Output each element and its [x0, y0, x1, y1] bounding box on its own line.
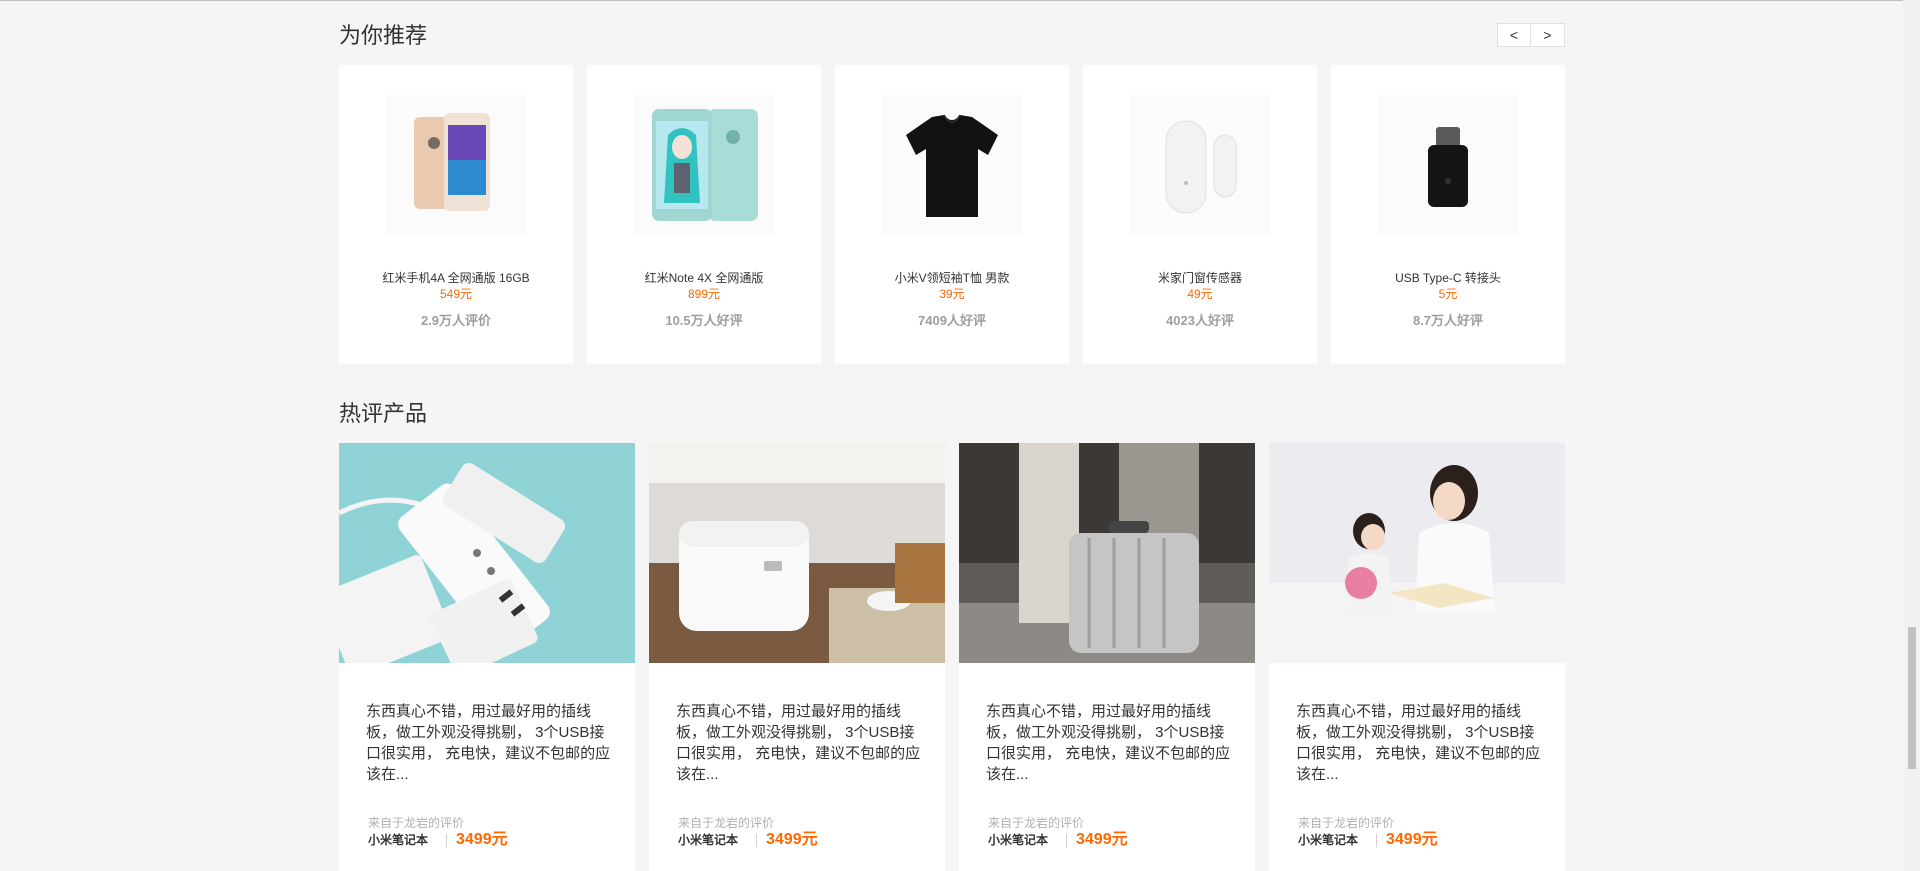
review-image-power-strip: [339, 443, 635, 663]
product-price: 549元: [439, 287, 473, 301]
recommend-list: 红米手机4A 全网通版 16GB 549元 2.9万人评价 红米Note 4X …: [339, 65, 1565, 364]
product-name: USB Type-C 转接头: [1395, 271, 1501, 285]
review-card[interactable]: 东西真心不错，用过最好用的插线板，做工外观没得挑剔， 3个USB接口很实用， 充…: [1269, 443, 1565, 871]
separator: [446, 834, 447, 847]
product-price: 899元: [687, 287, 721, 301]
review-image-rice-cooker: [649, 443, 945, 663]
review-price: 3499元: [1386, 831, 1438, 848]
product-card[interactable]: 米家门窗传感器 49元 4023人好评: [1083, 65, 1317, 364]
scrollbar-thumb[interactable]: [1908, 627, 1916, 769]
product-image-tshirt: [882, 95, 1022, 235]
review-source: 来自于龙岩的评价: [1298, 816, 1395, 830]
review-price: 3499元: [1076, 831, 1128, 848]
review-card[interactable]: 东西真心不错，用过最好用的插线板，做工外观没得挑剔， 3个USB接口很实用， 充…: [959, 443, 1255, 871]
product-reviews: 8.7万人好评: [1412, 313, 1484, 328]
product-name: 红米Note 4X 全网通版: [644, 271, 764, 285]
hot-title: 热评产品: [339, 401, 428, 426]
page-scrollbar[interactable]: [1903, 0, 1920, 871]
product-card[interactable]: 红米Note 4X 全网通版 899元 10.5万人好评: [587, 65, 821, 364]
review-image-family-reading: [1269, 443, 1565, 663]
product-price: 39元: [939, 287, 965, 301]
review-product: 小米笔记本: [368, 833, 429, 847]
review-product: 小米笔记本: [1298, 833, 1359, 847]
product-reviews: 4023人好评: [1166, 313, 1234, 328]
review-source: 来自于龙岩的评价: [988, 816, 1085, 830]
review-product: 小米笔记本: [678, 833, 739, 847]
prev-button[interactable]: <: [1497, 23, 1531, 47]
product-reviews: 7409人好评: [918, 313, 986, 328]
review-price: 3499元: [766, 831, 818, 848]
review-price: 3499元: [456, 831, 508, 848]
separator: [1066, 834, 1067, 847]
product-image-door-sensor: [1130, 95, 1270, 235]
product-image-redmi-note-4x: [634, 95, 774, 235]
hot-review-list: 东西真心不错，用过最好用的插线板，做工外观没得挑剔， 3个USB接口很实用， 充…: [339, 443, 1565, 871]
product-name: 红米手机4A 全网通版 16GB: [382, 271, 530, 285]
review-text: 东西真心不错，用过最好用的插线板，做工外观没得挑剔， 3个USB接口很实用， 充…: [676, 703, 921, 783]
review-text: 东西真心不错，用过最好用的插线板，做工外观没得挑剔， 3个USB接口很实用， 充…: [986, 703, 1231, 783]
review-source: 来自于龙岩的评价: [678, 816, 775, 830]
product-image-usb-adapter: [1378, 95, 1518, 235]
separator: [1376, 834, 1377, 847]
product-price: 5元: [1438, 287, 1458, 301]
product-image-redmi-4a: [386, 95, 526, 235]
recommend-title: 为你推荐: [339, 23, 428, 48]
product-name: 米家门窗传感器: [1157, 271, 1242, 285]
product-price: 49元: [1187, 287, 1213, 301]
product-name: 小米V领短袖T恤 男款: [894, 271, 1010, 285]
review-product: 小米笔记本: [988, 833, 1049, 847]
top-divider: [0, 0, 1920, 1]
review-text: 东西真心不错，用过最好用的插线板，做工外观没得挑剔， 3个USB接口很实用， 充…: [1296, 703, 1541, 783]
review-text: 东西真心不错，用过最好用的插线板，做工外观没得挑剔， 3个USB接口很实用， 充…: [366, 703, 611, 783]
product-reviews: 10.5万人好评: [665, 313, 743, 328]
product-card[interactable]: 小米V领短袖T恤 男款 39元 7409人好评: [835, 65, 1069, 364]
recommend-pager: < >: [1497, 23, 1565, 47]
product-card[interactable]: USB Type-C 转接头 5元 8.7万人好评: [1331, 65, 1565, 364]
review-image-suitcase: [959, 443, 1255, 663]
product-reviews: 2.9万人评价: [420, 313, 492, 328]
next-button[interactable]: >: [1531, 23, 1565, 47]
review-source: 来自于龙岩的评价: [368, 816, 465, 830]
product-card[interactable]: 红米手机4A 全网通版 16GB 549元 2.9万人评价: [339, 65, 573, 364]
review-card[interactable]: 东西真心不错，用过最好用的插线板，做工外观没得挑剔， 3个USB接口很实用， 充…: [649, 443, 945, 871]
separator: [756, 834, 757, 847]
review-card[interactable]: 东西真心不错，用过最好用的插线板，做工外观没得挑剔， 3个USB接口很实用， 充…: [339, 443, 635, 871]
